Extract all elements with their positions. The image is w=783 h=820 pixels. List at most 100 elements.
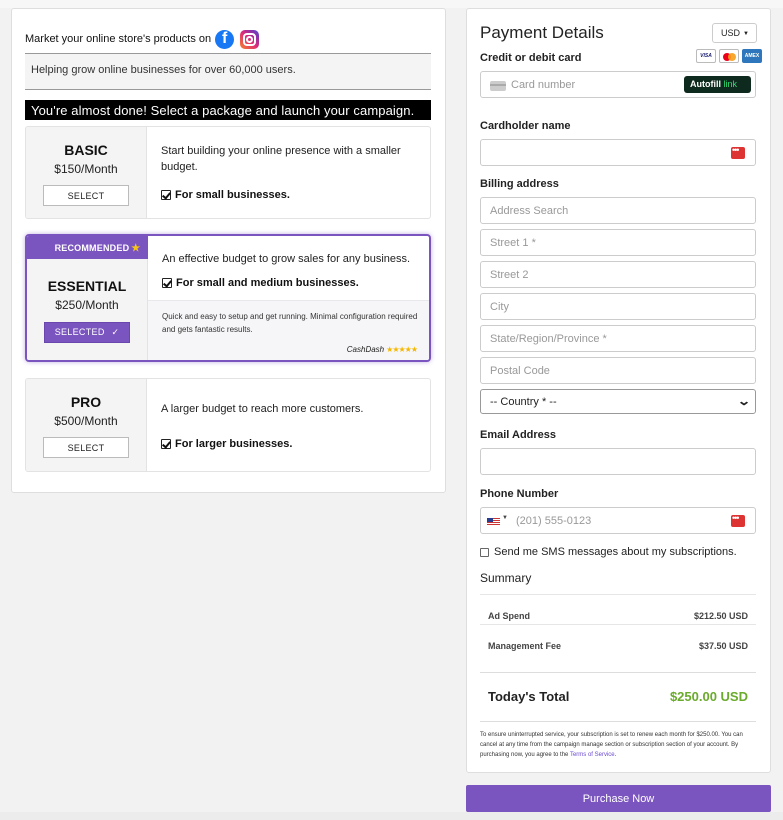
package-price: $500/Month [54, 414, 118, 428]
sms-opt-in[interactable]: Send me SMS messages about my subscripti… [480, 546, 737, 558]
badge-text: RECOMMENDED [54, 243, 130, 253]
address-search-field[interactable] [480, 197, 756, 224]
street1-field[interactable] [480, 229, 756, 256]
email-field[interactable] [480, 448, 756, 475]
checkbox-icon [161, 439, 171, 449]
terms-of-service-link[interactable]: Terms of Service [570, 752, 615, 758]
link-text: link [723, 79, 738, 89]
facebook-icon: f [215, 29, 235, 49]
caret-down-icon: ▼ [743, 31, 749, 37]
feature-text: For small businesses. [175, 189, 290, 201]
recommended-badge: RECOMMENDED ★ [27, 236, 148, 259]
autofill-text: Autofill [690, 79, 721, 89]
cardholder-label: Cardholder name [480, 120, 571, 132]
city-field[interactable] [480, 293, 756, 320]
bottom-strip [0, 812, 783, 820]
billing-label: Billing address [480, 178, 559, 190]
postal-input[interactable] [490, 365, 720, 377]
password-manager-icon[interactable] [731, 145, 745, 159]
card-brands: VISA AMEX [693, 49, 762, 63]
email-label: Email Address [480, 429, 557, 441]
testimonial-author: CashDash ★★★★★ [346, 345, 418, 354]
package-feature: For larger businesses. [161, 438, 292, 450]
email-input[interactable] [490, 456, 720, 468]
caret-down-icon[interactable]: ▼ [502, 515, 508, 521]
select-basic-button[interactable]: SELECT [43, 185, 129, 206]
cardholder-input[interactable] [490, 147, 720, 159]
summary-title: Summary [480, 571, 532, 585]
package-pro-side: PRO $500/Month SELECT [26, 379, 147, 471]
rating-stars-icon: ★★★★★ [386, 345, 418, 354]
cardholder-field[interactable] [480, 139, 756, 166]
summary-label: Ad Spend [488, 611, 530, 621]
check-icon: ✓ [111, 327, 120, 337]
package-price: $250/Month [55, 298, 119, 312]
market-text: Market your online store's products on [25, 33, 212, 45]
feature-text: For larger businesses. [175, 438, 293, 450]
country-select[interactable]: -- Country * -- ⌄ [480, 389, 756, 414]
feature-text: For small and medium businesses. [176, 277, 359, 289]
amex-icon: AMEX [742, 49, 762, 63]
address-search-input[interactable] [490, 205, 720, 217]
phone-field[interactable]: ▼ [480, 507, 756, 534]
summary-label: Management Fee [488, 641, 562, 651]
visa-icon: VISA [696, 49, 716, 63]
selected-essential-button[interactable]: SELECTED ✓ [44, 322, 130, 343]
testimonial-box: Quick and easy to setup and get running.… [148, 300, 429, 360]
card-number-field[interactable]: Autofill link [480, 71, 756, 98]
currency-select[interactable]: USD ▼ [712, 23, 757, 43]
packages-panel: Market your online store's products on f… [11, 8, 446, 493]
postal-field[interactable] [480, 357, 756, 384]
sms-checkbox[interactable] [480, 547, 489, 557]
payment-panel: Payment Details USD ▼ Credit or debit car… [466, 8, 771, 773]
sms-text: Send me SMS messages about my subscripti… [494, 546, 737, 558]
package-basic-side: BASIC $150/Month SELECT [26, 127, 147, 218]
state-field[interactable] [480, 325, 756, 352]
package-description: An effective budget to grow sales for an… [162, 253, 411, 265]
summary-value: $37.50 USD [698, 641, 748, 651]
total-label: Today's Total [488, 689, 570, 704]
package-feature: For small businesses. [161, 189, 290, 201]
payment-title: Payment Details [480, 23, 604, 42]
card-label: Credit or debit card [480, 52, 582, 64]
total-value: $250.00 USD [669, 689, 748, 704]
state-input[interactable] [490, 333, 720, 345]
top-strip [0, 0, 783, 8]
package-basic: BASIC $150/Month SELECT Start building y… [25, 126, 431, 219]
package-name: PRO [70, 394, 102, 410]
package-feature: For small and medium businesses. [162, 277, 359, 289]
market-row: Market your online store's products on f [25, 25, 431, 53]
package-pro: PRO $500/Month SELECT A larger budget to… [25, 378, 431, 472]
fine-print: To ensure uninterrupted service, your su… [480, 730, 760, 760]
star-icon: ★ [131, 243, 141, 254]
almost-done-banner: You're almost done! Select a package and… [25, 100, 431, 120]
autofill-link-button[interactable]: Autofill link [684, 76, 751, 93]
card-number-input[interactable] [511, 79, 671, 91]
currency-value: USD [721, 28, 741, 38]
total-row: Today's Total $250.00 USD [480, 672, 756, 722]
summary-value: $212.50 USD [693, 611, 748, 621]
author-name: CashDash [346, 345, 385, 354]
fine-print-end: . [614, 752, 617, 758]
package-essential-side: RECOMMENDED ★ ESSENTIAL $250/Month SELECT… [27, 236, 148, 360]
credit-card-icon [490, 81, 506, 91]
street1-input[interactable] [490, 237, 720, 249]
city-input[interactable] [490, 301, 720, 313]
country-value: -- Country * -- [490, 396, 557, 408]
package-price: $150/Month [54, 162, 118, 176]
helping-banner: Helping grow online businesses for over … [25, 53, 431, 90]
instagram-icon [240, 29, 260, 49]
street2-input[interactable] [490, 269, 720, 281]
us-flag-icon[interactable] [487, 518, 500, 526]
purchase-now-button[interactable]: Purchase Now [466, 785, 771, 812]
package-description: A larger budget to reach more customers. [161, 403, 364, 415]
package-name: BASIC [64, 142, 108, 158]
phone-input[interactable] [516, 515, 716, 527]
summary-row: Ad Spend $212.50 USD [480, 594, 756, 624]
mastercard-icon [719, 49, 739, 63]
selected-label: SELECTED [54, 327, 105, 337]
password-manager-icon[interactable] [731, 513, 745, 527]
select-pro-button[interactable]: SELECT [43, 437, 129, 458]
street2-field[interactable] [480, 261, 756, 288]
testimonial-text: Quick and easy to setup and get running.… [162, 312, 418, 334]
